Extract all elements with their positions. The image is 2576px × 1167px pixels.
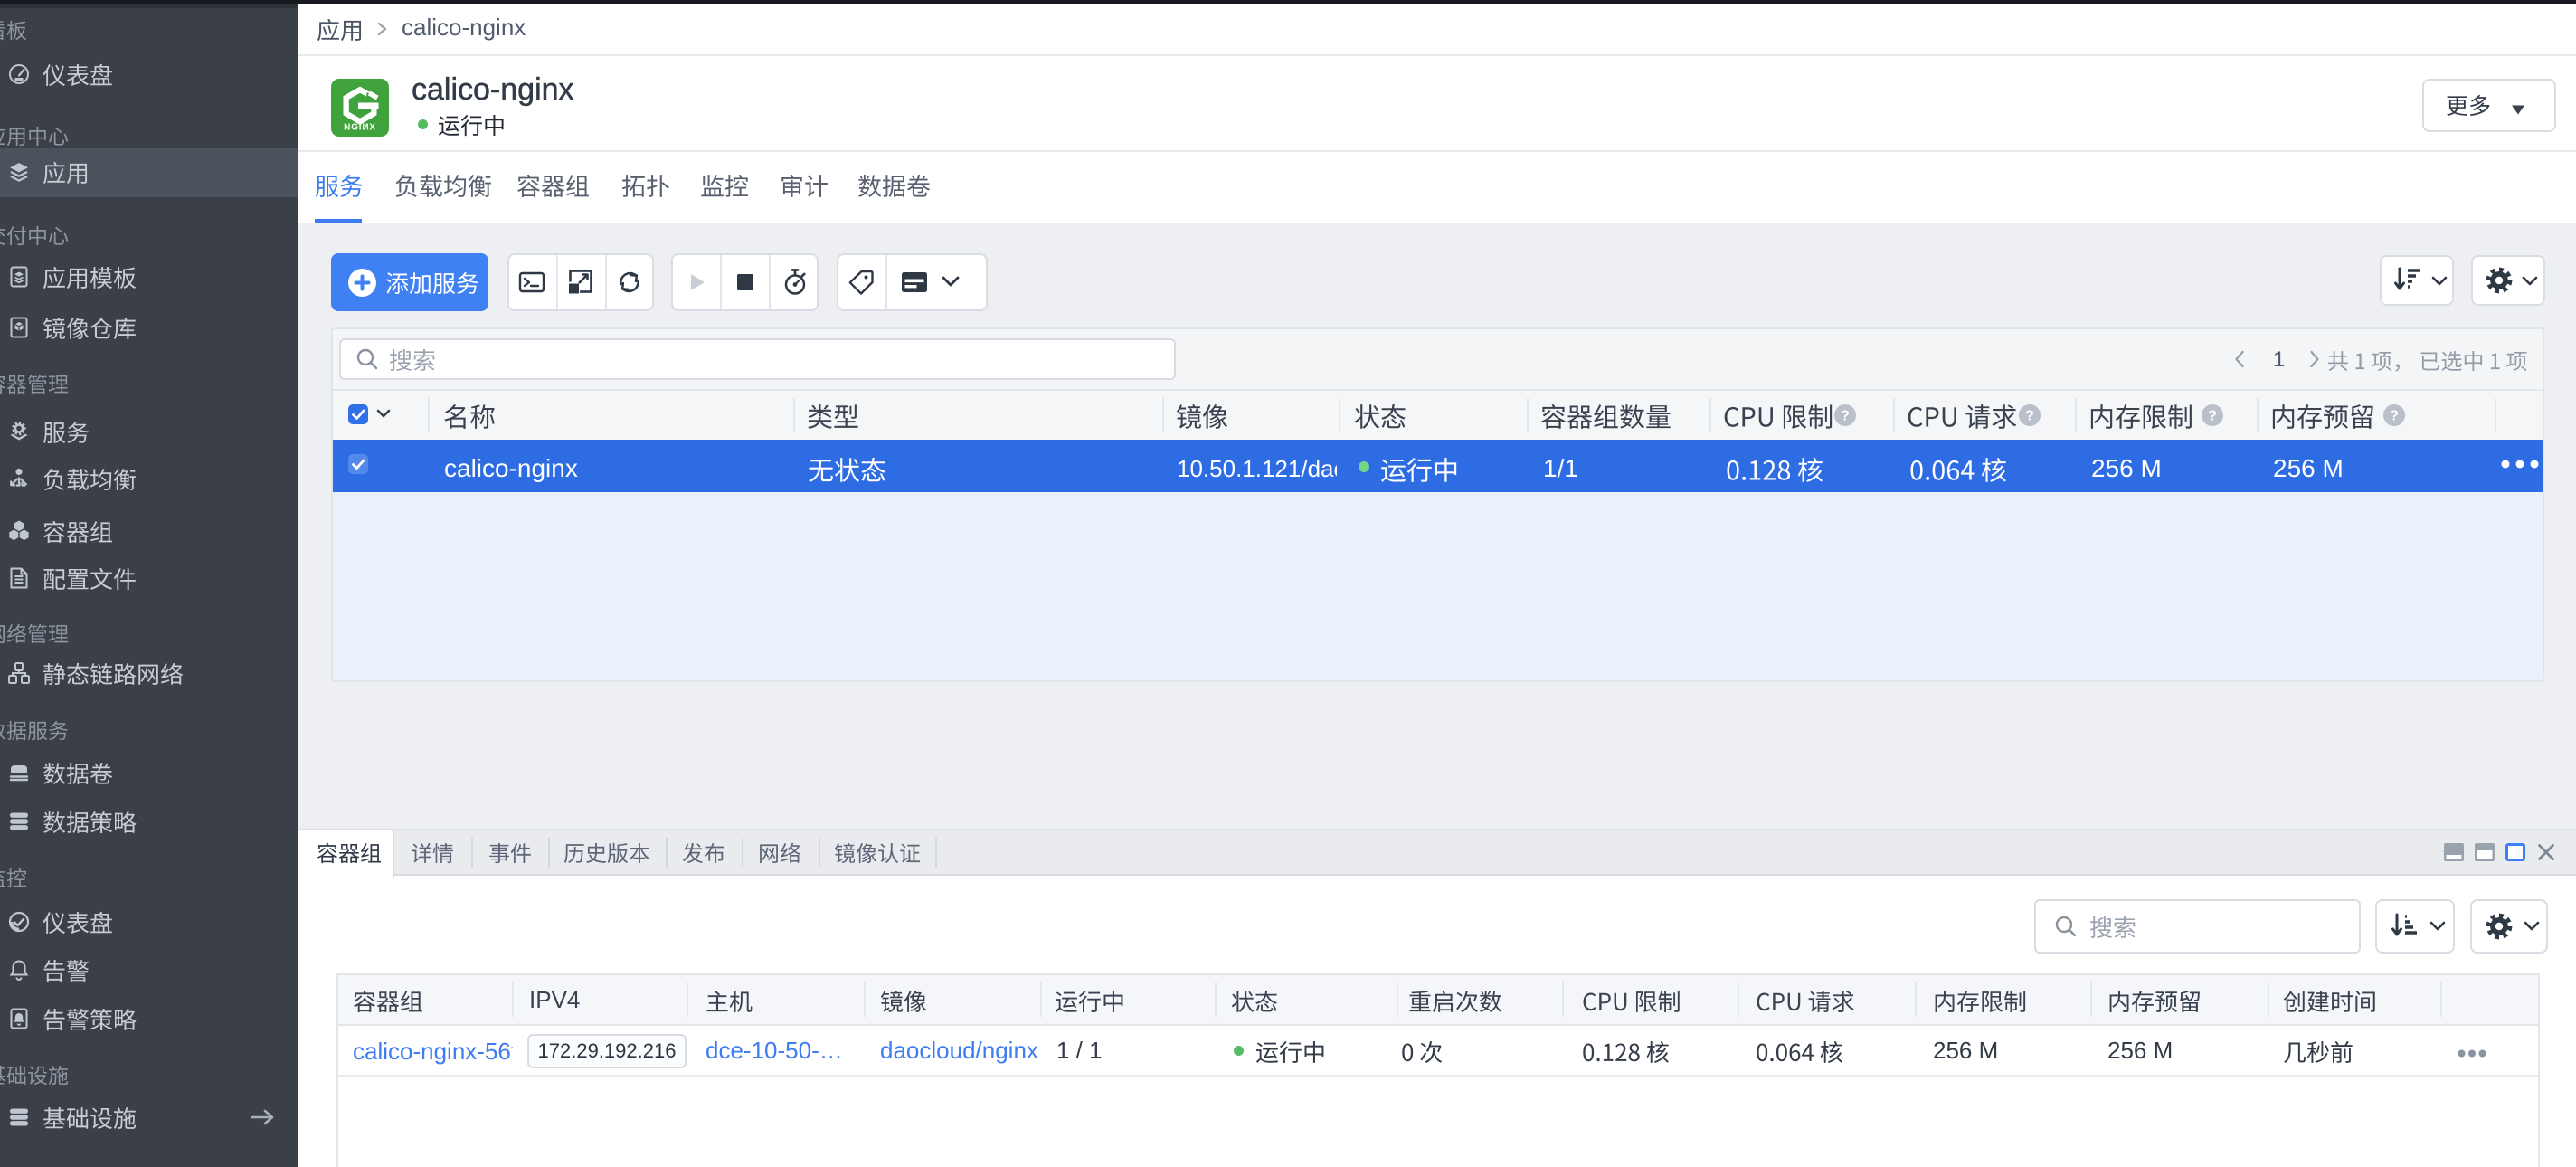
svg-text:?: ? xyxy=(1841,409,1850,424)
svg-text:?: ? xyxy=(2025,409,2034,424)
svg-text:NGIИX: NGIИX xyxy=(344,123,376,133)
svg-text:?: ? xyxy=(2390,409,2399,424)
svg-text:?: ? xyxy=(2208,409,2217,424)
